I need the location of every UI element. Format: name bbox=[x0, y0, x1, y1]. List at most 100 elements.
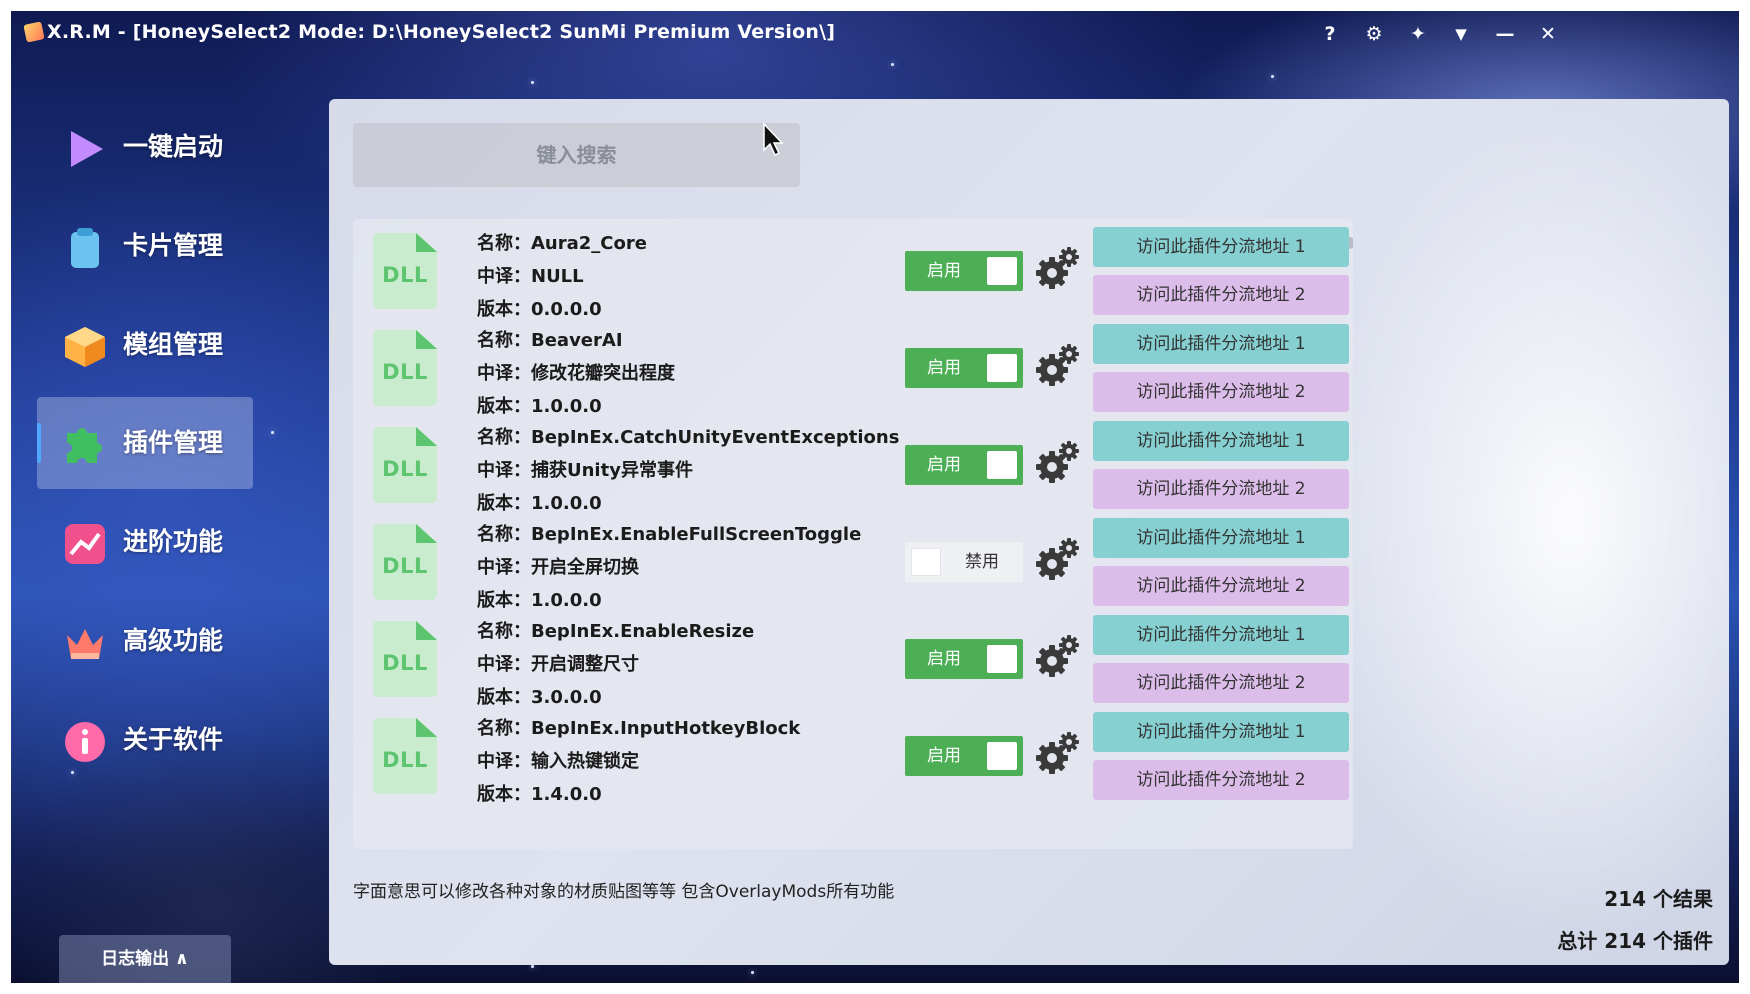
translation-label: 中译： bbox=[477, 460, 531, 481]
plugin-name: BepInEx.CatchUnityEventExceptions bbox=[531, 427, 900, 448]
plugin-translation: NULL bbox=[531, 266, 584, 287]
plugin-settings-gear-icon[interactable] bbox=[1033, 342, 1081, 390]
results-count: 214 个结果 bbox=[1604, 887, 1713, 911]
plugin-info: 名称：Aura2_Core 中译：NULL 版本：0.0.0.0 bbox=[477, 227, 647, 326]
app-logo-icon bbox=[23, 21, 45, 43]
help-icon[interactable]: ? bbox=[1317, 21, 1343, 47]
toggle-knob bbox=[987, 645, 1017, 673]
star-decoration bbox=[531, 965, 534, 968]
plugin-row: DLL 名称：BepInEx.InputHotkeyBlock 中译：输入热键锁… bbox=[353, 704, 1353, 812]
plugin-row: DLL 名称：BepInEx.CatchUnityEventExceptions… bbox=[353, 413, 1353, 521]
minimize-button[interactable]: — bbox=[1492, 21, 1518, 47]
sidebar-item-mods[interactable]: 模组管理 bbox=[37, 299, 253, 391]
dll-file-icon: DLL bbox=[373, 621, 437, 697]
sidebar-item-plugins[interactable]: 插件管理 bbox=[37, 397, 253, 489]
mirror-link-1[interactable]: 访问此插件分流地址 1 bbox=[1093, 615, 1349, 655]
dll-file-icon: DLL bbox=[373, 330, 437, 406]
mirror-link-2[interactable]: 访问此插件分流地址 2 bbox=[1093, 372, 1349, 412]
dll-file-icon: DLL bbox=[373, 233, 437, 309]
mirror-link-2[interactable]: 访问此插件分流地址 2 bbox=[1093, 275, 1349, 315]
play-icon bbox=[71, 131, 103, 167]
chart-up-icon bbox=[65, 524, 105, 564]
mirror-link-1[interactable]: 访问此插件分流地址 1 bbox=[1093, 227, 1349, 267]
plugin-settings-gear-icon[interactable] bbox=[1033, 536, 1081, 584]
plugin-translation: 开启调整尺寸 bbox=[531, 654, 639, 675]
window-title: X.R.M - [HoneySelect2 Mode: D:\HoneySele… bbox=[47, 21, 836, 43]
plugin-info: 名称：BepInEx.EnableFullScreenToggle 中译：开启全… bbox=[477, 518, 861, 617]
file-type-label: DLL bbox=[382, 360, 428, 384]
enable-toggle[interactable]: 启用 bbox=[905, 251, 1023, 291]
plugin-list[interactable]: DLL 名称：Aura2_Core 中译：NULL 版本：0.0.0.0 启用 bbox=[353, 219, 1353, 849]
file-type-label: DLL bbox=[382, 263, 428, 287]
mirror-link-1[interactable]: 访问此插件分流地址 1 bbox=[1093, 712, 1349, 752]
plugin-row: DLL 名称：BepInEx.EnableFullScreenToggle 中译… bbox=[353, 510, 1353, 618]
sidebar-item-label: 卡片管理 bbox=[123, 231, 224, 260]
settings-gear-icon[interactable]: ⚙ bbox=[1361, 21, 1387, 47]
plugin-settings-gear-icon[interactable] bbox=[1033, 245, 1081, 293]
star-decoration bbox=[1271, 75, 1274, 78]
sidebar-item-launch[interactable]: 一键启动 bbox=[37, 101, 253, 193]
search-input[interactable] bbox=[353, 123, 800, 187]
sidebar-item-advanced[interactable]: 进阶功能 bbox=[37, 496, 253, 588]
star-decoration bbox=[271, 431, 274, 434]
sidebar-item-pro[interactable]: 高级功能 bbox=[37, 595, 253, 687]
sidebar-item-about[interactable]: 关于软件 bbox=[37, 694, 253, 786]
crown-icon bbox=[67, 629, 103, 659]
close-button[interactable]: ✕ bbox=[1535, 21, 1561, 47]
file-type-label: DLL bbox=[382, 457, 428, 481]
star-decoration bbox=[531, 81, 534, 84]
plugin-name: BepInEx.EnableFullScreenToggle bbox=[531, 524, 862, 545]
plugin-info: 名称：BepInEx.CatchUnityEventExceptions 中译：… bbox=[477, 421, 899, 520]
plugin-info: 名称：BepInEx.InputHotkeyBlock 中译：输入热键锁定 版本… bbox=[477, 712, 800, 811]
total-plugin-count: 总计 214 个插件 bbox=[1557, 929, 1713, 953]
file-type-label: DLL bbox=[382, 748, 428, 772]
plugin-name: BeaverAI bbox=[531, 330, 623, 351]
dll-file-icon: DLL bbox=[373, 427, 437, 503]
mirror-link-2[interactable]: 访问此插件分流地址 2 bbox=[1093, 760, 1349, 800]
dll-file-icon: DLL bbox=[373, 524, 437, 600]
mirror-link-1[interactable]: 访问此插件分流地址 1 bbox=[1093, 421, 1349, 461]
skin-shirt-icon[interactable]: ✦ bbox=[1405, 21, 1431, 47]
mirror-link-2[interactable]: 访问此插件分流地址 2 bbox=[1093, 469, 1349, 509]
clipboard-icon bbox=[71, 228, 99, 268]
plugin-settings-gear-icon[interactable] bbox=[1033, 439, 1081, 487]
enable-toggle[interactable]: 启用 bbox=[905, 348, 1023, 388]
toggle-knob bbox=[987, 354, 1017, 382]
enable-toggle[interactable]: 启用 bbox=[905, 445, 1023, 485]
plugin-row: DLL 名称：BepInEx.EnableResize 中译：开启调整尺寸 版本… bbox=[353, 607, 1353, 715]
enable-toggle[interactable]: 启用 bbox=[905, 639, 1023, 679]
plugin-row: DLL 名称：Aura2_Core 中译：NULL 版本：0.0.0.0 启用 bbox=[353, 219, 1353, 327]
puzzle-icon bbox=[67, 428, 102, 463]
plugin-info: 名称：BepInEx.EnableResize 中译：开启调整尺寸 版本：3.0… bbox=[477, 615, 754, 714]
name-label: 名称： bbox=[477, 621, 531, 642]
translation-label: 中译： bbox=[477, 363, 531, 384]
mirror-link-1[interactable]: 访问此插件分流地址 1 bbox=[1093, 324, 1349, 364]
app-window: X.R.M - [HoneySelect2 Mode: D:\HoneySele… bbox=[11, 11, 1739, 983]
plugin-version: 1.4.0.0 bbox=[531, 784, 602, 805]
version-label: 版本： bbox=[477, 784, 531, 805]
enable-toggle[interactable]: 禁用 bbox=[905, 542, 1023, 582]
log-output-button[interactable]: 日志输出 ∧ bbox=[59, 935, 231, 983]
dropdown-icon[interactable]: ▼ bbox=[1448, 21, 1474, 47]
plugin-info: 名称：BeaverAI 中译：修改花瓣突出程度 版本：1.0.0.0 bbox=[477, 324, 675, 423]
mirror-link-2[interactable]: 访问此插件分流地址 2 bbox=[1093, 566, 1349, 606]
star-decoration bbox=[751, 971, 754, 974]
plugin-settings-gear-icon[interactable] bbox=[1033, 730, 1081, 778]
plugin-panel: DLL 名称：Aura2_Core 中译：NULL 版本：0.0.0.0 启用 bbox=[329, 99, 1729, 965]
sidebar-item-cards[interactable]: 卡片管理 bbox=[37, 200, 253, 292]
name-label: 名称： bbox=[477, 427, 531, 448]
sidebar-item-label: 高级功能 bbox=[123, 626, 224, 655]
translation-label: 中译： bbox=[477, 751, 531, 772]
plugin-settings-gear-icon[interactable] bbox=[1033, 633, 1081, 681]
name-label: 名称： bbox=[477, 524, 531, 545]
star-decoration bbox=[891, 63, 894, 66]
name-label: 名称： bbox=[477, 330, 531, 351]
enable-toggle[interactable]: 启用 bbox=[905, 736, 1023, 776]
toggle-label: 启用 bbox=[927, 261, 961, 281]
plugin-translation: 输入热键锁定 bbox=[531, 751, 639, 772]
name-label: 名称： bbox=[477, 233, 531, 254]
mirror-link-2[interactable]: 访问此插件分流地址 2 bbox=[1093, 663, 1349, 703]
mirror-link-1[interactable]: 访问此插件分流地址 1 bbox=[1093, 518, 1349, 558]
translation-label: 中译： bbox=[477, 266, 531, 287]
plugin-row: DLL 名称：BeaverAI 中译：修改花瓣突出程度 版本：1.0.0.0 启… bbox=[353, 316, 1353, 424]
